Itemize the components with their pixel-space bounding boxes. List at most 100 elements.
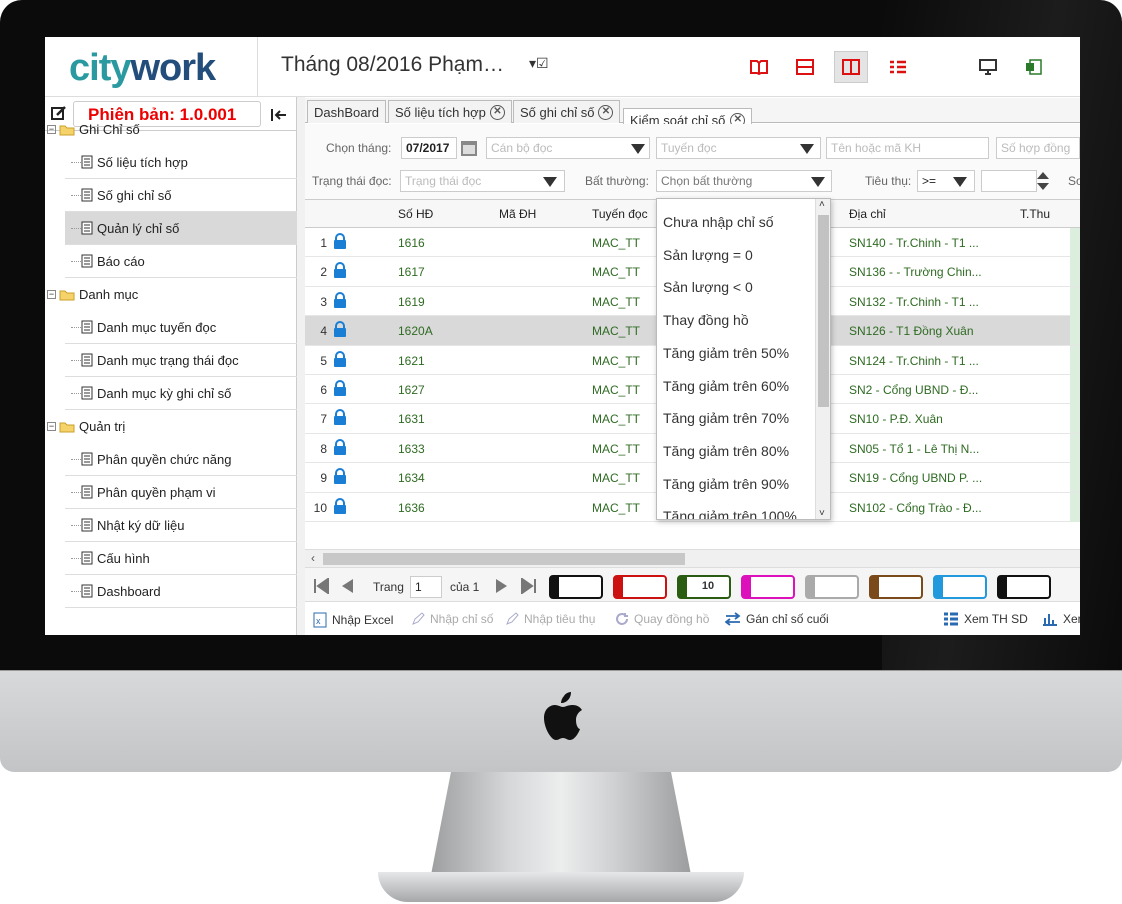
legend-filter-box[interactable]	[997, 575, 1051, 599]
rotate-meter-button[interactable]: Quay đồng hồ	[615, 612, 709, 626]
lock-icon[interactable]	[333, 350, 347, 367]
dropdown-scrollbar[interactable]: ˄ ˅	[815, 199, 830, 519]
legend-filter-box[interactable]: 10	[677, 575, 731, 599]
lock-icon[interactable]	[333, 321, 347, 338]
tree-item-8[interactable]: Danh mục kỳ ghi chỉ số	[65, 377, 297, 409]
dropdown-option[interactable]: Chưa nhập chỉ số	[663, 214, 774, 230]
customer-input[interactable]: Tên hoặc mã KH	[826, 137, 989, 159]
title-dropdown-icon[interactable]: ▾☑	[529, 55, 549, 72]
tree-item-13[interactable]: Cấu hình	[65, 542, 297, 574]
chevron-down-icon[interactable]: ˅	[819, 508, 825, 519]
consumption-value-input[interactable]	[981, 170, 1037, 192]
tree-item-6[interactable]: Danh mục tuyến đọc	[65, 311, 297, 343]
import-excel-button[interactable]: x Nhập Excel	[313, 612, 393, 628]
enter-index-button[interactable]: Nhập chỉ số	[411, 612, 493, 626]
stepper-icon[interactable]	[1035, 170, 1051, 192]
column-header[interactable]: Tuyến đọc	[592, 207, 648, 221]
previous-page-icon[interactable]	[340, 578, 354, 594]
lock-icon[interactable]	[333, 468, 347, 485]
dropdown-option[interactable]: Tăng giảm trên 60%	[663, 378, 789, 394]
layout-horizontal-button[interactable]	[788, 51, 822, 83]
lock-icon[interactable]	[333, 409, 347, 426]
chevron-down-icon[interactable]	[953, 177, 967, 187]
legend-filter-box[interactable]	[613, 575, 667, 599]
dropdown-option[interactable]: Tăng giảm trên 100%	[663, 508, 797, 519]
tree-item-4[interactable]: Báo cáo	[65, 245, 297, 277]
column-header[interactable]: Số HĐ	[398, 207, 433, 221]
close-tab-icon[interactable]: ✕	[489, 104, 505, 120]
export-excel-button[interactable]	[1017, 51, 1051, 83]
tree-item-12[interactable]: Nhật ký dữ liệu	[65, 509, 297, 541]
tree-item-10[interactable]: Phân quyền chức năng	[65, 443, 297, 475]
chevron-up-icon[interactable]: ˄	[819, 199, 825, 210]
tree-item-3[interactable]: Quản lý chỉ số	[65, 212, 297, 244]
column-header[interactable]: Mã ĐH	[499, 207, 536, 221]
expand-minus-icon[interactable]: −	[47, 421, 56, 431]
lock-icon[interactable]	[333, 497, 347, 514]
lock-icon[interactable]	[333, 262, 347, 279]
column-header[interactable]: Địa chỉ	[849, 207, 886, 221]
horizontal-scrollbar[interactable]: ‹	[305, 549, 1080, 567]
close-tab-icon[interactable]: ✕	[598, 104, 614, 120]
dropdown-option[interactable]: Tăng giảm trên 80%	[663, 443, 789, 459]
legend-filter-box[interactable]	[741, 575, 795, 599]
chevron-down-icon[interactable]	[631, 144, 645, 154]
legend-filter-box[interactable]	[869, 575, 923, 599]
tree-item-9[interactable]: − Quản trị	[45, 410, 297, 442]
enter-consumption-button[interactable]: Nhập tiêu thụ	[505, 612, 595, 626]
legend-filter-box[interactable]	[549, 575, 603, 599]
lock-icon[interactable]	[333, 380, 347, 396]
scroll-thumb[interactable]	[323, 553, 685, 565]
first-page-icon[interactable]	[313, 578, 329, 594]
calendar-icon[interactable]	[460, 139, 478, 157]
dropdown-option[interactable]: Sản lượng = 0	[663, 247, 753, 263]
dropdown-option[interactable]: Tăng giảm trên 90%	[663, 476, 789, 492]
next-page-icon[interactable]	[495, 578, 509, 594]
swap-icon	[725, 612, 741, 626]
expand-minus-icon[interactable]: −	[47, 289, 56, 299]
page-input[interactable]: 1	[410, 576, 442, 598]
tree-item-14[interactable]: Dashboard	[65, 575, 297, 607]
expand-minus-icon[interactable]: −	[47, 124, 56, 134]
tree-item-1[interactable]: Số liệu tích hợp	[65, 146, 297, 178]
tab-so-lieu-tich-hop[interactable]: Số liệu tích hợp ✕	[388, 100, 512, 123]
chevron-down-icon[interactable]	[543, 177, 557, 187]
monitor-button[interactable]	[971, 51, 1005, 83]
dropdown-option[interactable]: Thay đồng hồ	[663, 312, 749, 328]
tree-item-11[interactable]: Phân quyền phạm vi	[65, 476, 297, 508]
chevron-down-icon[interactable]	[800, 144, 814, 154]
tab-dashboard[interactable]: DashBoard	[307, 100, 387, 123]
dropdown-option[interactable]: Tăng giảm trên 50%	[663, 345, 789, 361]
view-chart-button[interactable]: Xem	[1042, 612, 1080, 626]
legend-filter-box[interactable]	[933, 575, 987, 599]
abnormal-select[interactable]: Chọn bất thường	[656, 170, 832, 192]
officer-select[interactable]: Cán bộ đọc	[486, 137, 650, 159]
view-th-sd-button[interactable]: Xem TH SD	[943, 612, 1028, 626]
lock-icon[interactable]	[333, 438, 347, 455]
tree-item-0[interactable]: − Ghi Chỉ số	[45, 113, 297, 145]
legend-filter-box[interactable]	[805, 575, 859, 599]
panel-splitter[interactable]	[297, 97, 305, 635]
tree-item-7[interactable]: Danh mục trạng thái đọc	[65, 344, 297, 376]
tree-item-2[interactable]: Số ghi chỉ số	[65, 179, 297, 211]
lock-icon[interactable]	[333, 233, 347, 249]
layout-book-button[interactable]	[742, 51, 776, 83]
lock-icon[interactable]	[333, 291, 347, 308]
chevron-down-icon[interactable]	[811, 177, 825, 187]
tab-so-ghi-chi-so[interactable]: Số ghi chỉ số ✕	[513, 100, 621, 123]
status-select[interactable]: Trạng thái đọc	[400, 170, 565, 192]
assign-last-button[interactable]: Gán chỉ số cuối	[725, 612, 829, 626]
route-select[interactable]: Tuyến đọc	[656, 137, 821, 159]
dropdown-option[interactable]: Tăng giảm trên 70%	[663, 410, 789, 426]
layout-list-button[interactable]	[881, 51, 915, 83]
tree-item-5[interactable]: − Danh mục	[45, 278, 297, 310]
column-header[interactable]: T.Thu	[1020, 207, 1050, 221]
contract-input[interactable]: Số hợp đồng	[996, 137, 1080, 159]
last-page-icon[interactable]	[521, 578, 537, 594]
scroll-left-icon[interactable]: ‹	[311, 551, 315, 565]
dropdown-option[interactable]: Sản lượng < 0	[663, 279, 753, 295]
month-input[interactable]: 07/2017	[401, 137, 457, 159]
layout-vertical-button[interactable]	[834, 51, 868, 83]
status-cell	[1070, 433, 1080, 463]
dropdown-scroll-thumb[interactable]	[818, 215, 829, 407]
